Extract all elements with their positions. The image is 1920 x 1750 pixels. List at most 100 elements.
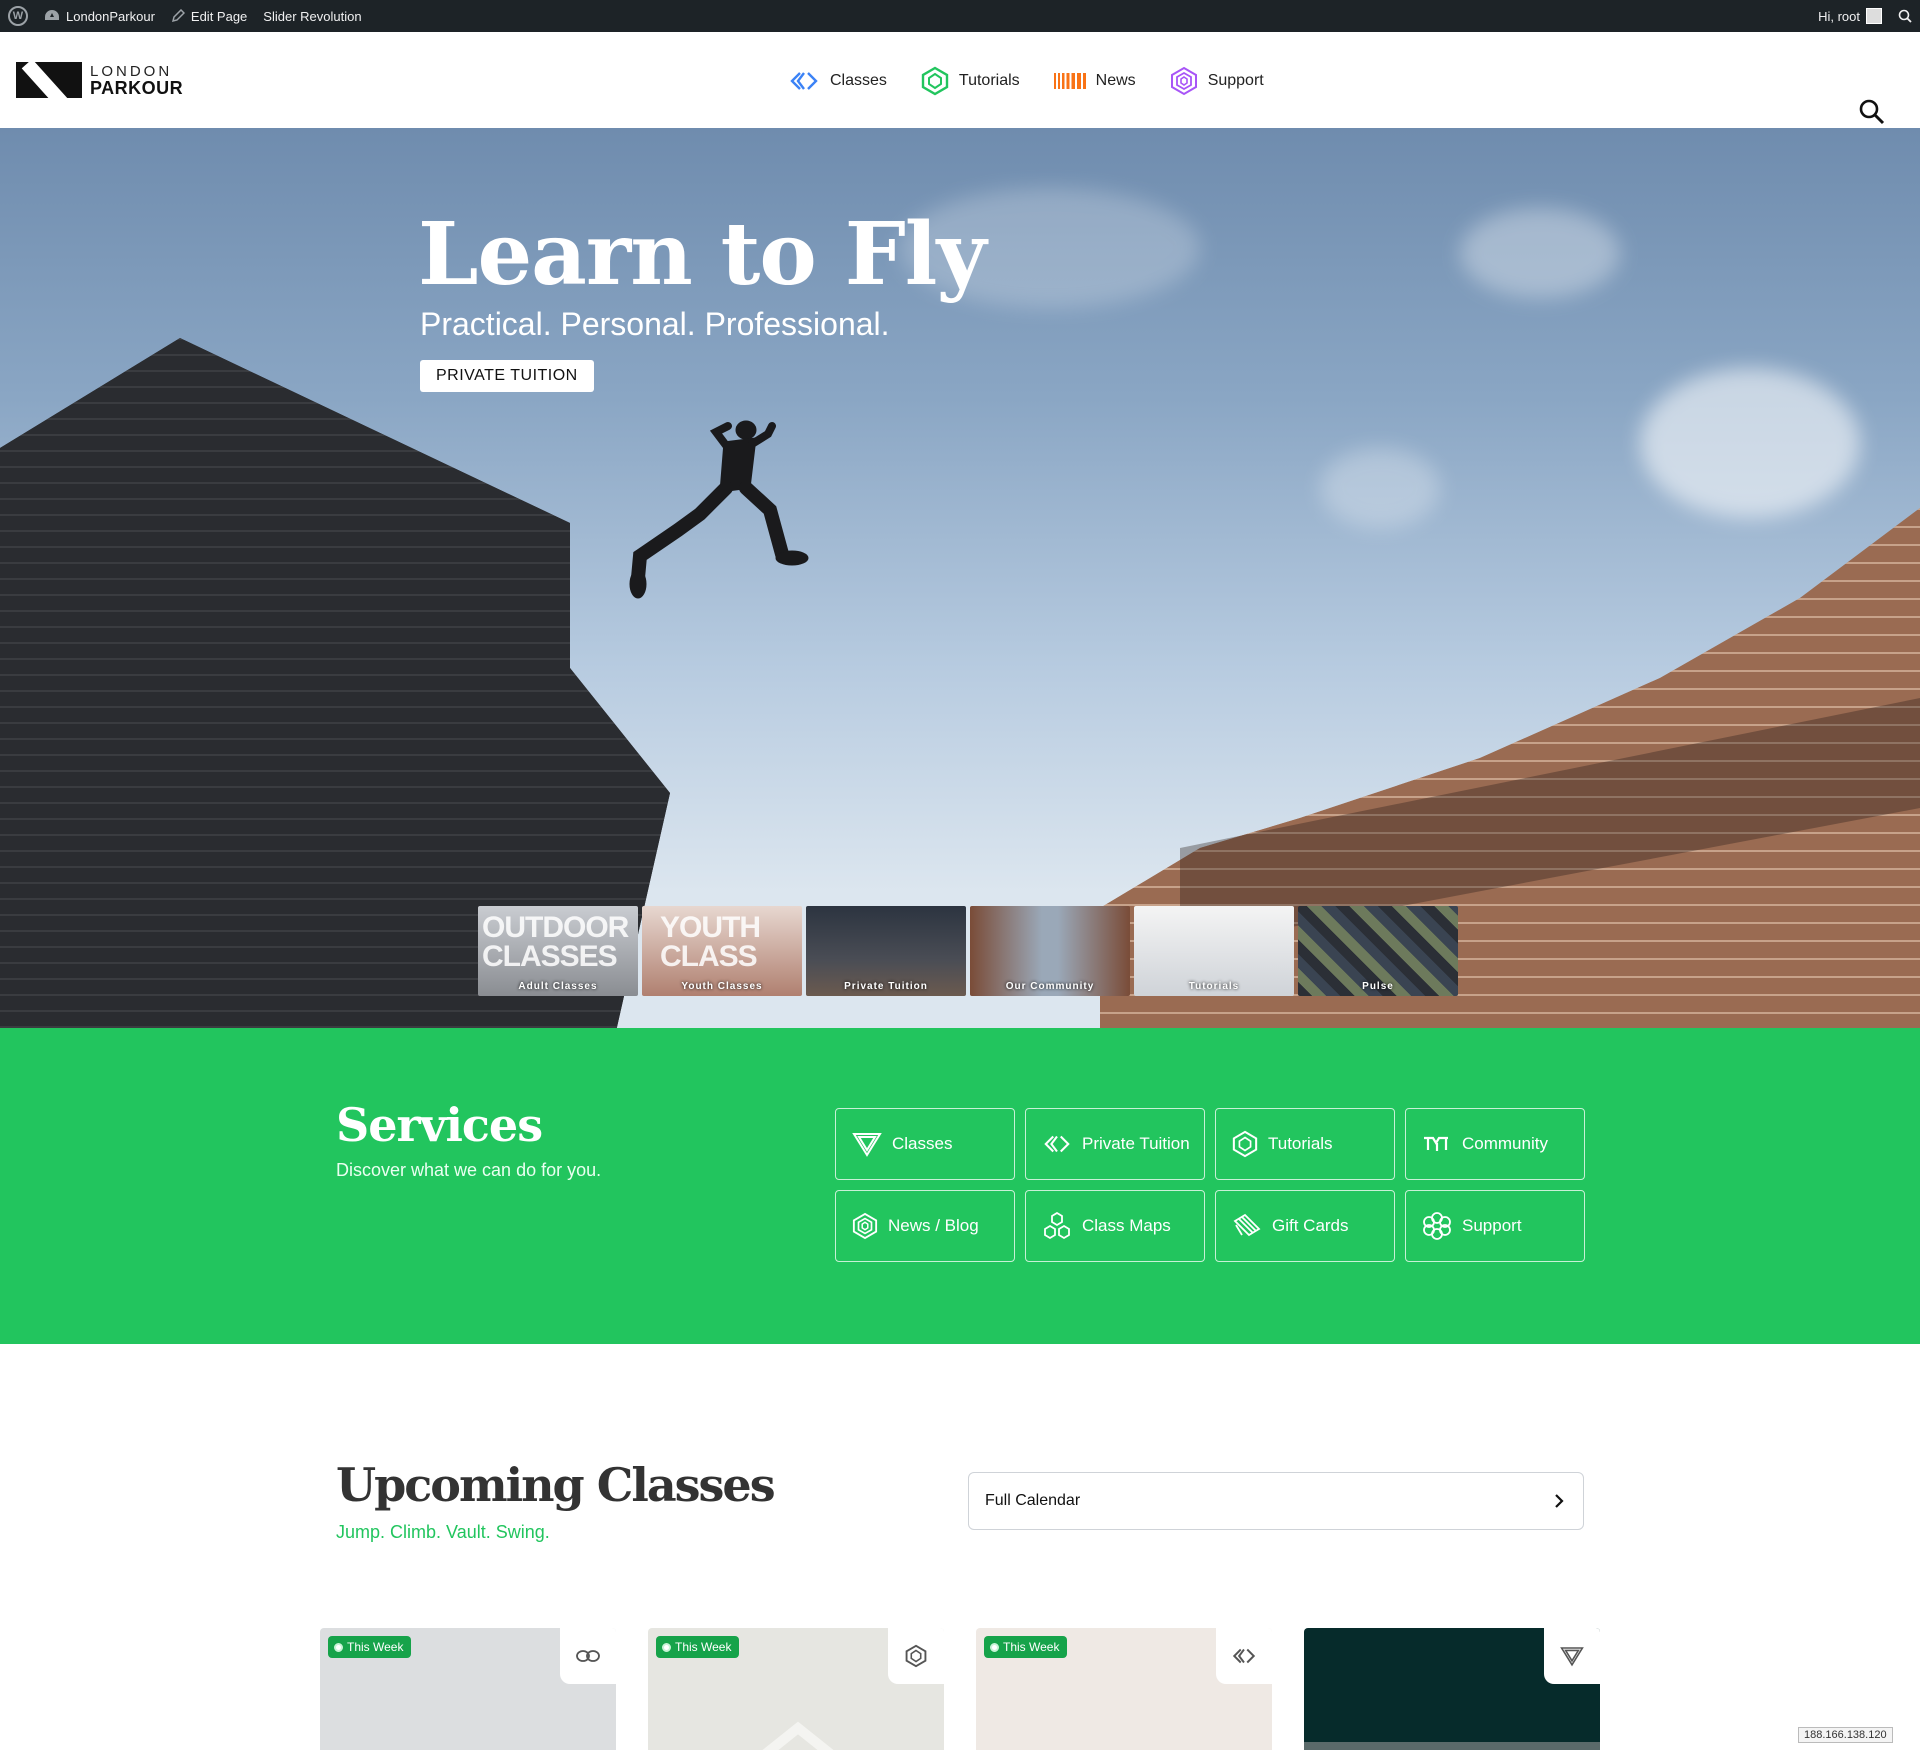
jumping-person [629,420,809,599]
services-grid: Classes Private Tuition Tutorials Commun… [835,1108,1585,1262]
nav-label: News [1095,72,1136,89]
private-tuition-button[interactable]: PRIVATE TUITION [420,360,594,392]
site-logo[interactable]: LONDON PARKOUR [16,62,183,98]
greeting-label: Hi, root [1818,8,1860,24]
nav-label: Support [1207,72,1264,89]
search-icon [1898,9,1912,23]
services-section: Services Discover what we can do for you… [0,1028,1920,1344]
nav-classes[interactable]: Classes [788,66,887,96]
hexagon-icon [921,66,949,96]
hexagon-rings-icon [1170,66,1197,96]
service-label: Gift Cards [1272,1216,1349,1235]
search-icon[interactable] [1858,98,1886,126]
triangle-icon [1560,1647,1584,1667]
service-label: Classes [892,1134,953,1153]
status-badge: This Week [328,1636,412,1658]
edit-page-link[interactable]: Edit Page [163,0,255,32]
service-classes-button[interactable]: Classes [835,1108,1015,1180]
thumb-caption: Our Community [1005,981,1095,992]
edit-page-label: Edit Page [190,8,248,24]
class-cards: This Week This Week This Week [320,1628,1600,1750]
service-tutorials-button[interactable]: Tutorials [1215,1108,1395,1180]
thumb-caption: Private Tuition [844,981,928,992]
thumb-caption: Pulse [1362,981,1394,992]
thumb-big-text: YOUTH CLASS [660,911,761,973]
logo-line-2: PARKOUR [90,77,184,98]
flower-icon [1423,1212,1451,1240]
card-icon-corner [1216,1628,1272,1684]
chevrons-icon [1232,1648,1256,1664]
avatar [1866,8,1882,24]
service-label: News / Blog [888,1216,979,1235]
slider-revolution-link[interactable]: Slider Revolution [255,0,369,32]
cloud [1460,208,1620,298]
nav-tutorials[interactable]: Tutorials [921,66,1020,96]
account-menu[interactable]: Hi, root [1810,0,1890,32]
links-icon [576,1650,600,1662]
card-icon-corner [560,1628,616,1684]
chevron-right-icon [1555,1494,1564,1508]
badge-label: This Week [675,1640,732,1654]
thumb-youth-classes[interactable]: YOUTH CLASS Youth Classes [642,906,802,996]
admin-search[interactable] [1890,0,1920,32]
hex-cluster-icon [1044,1212,1070,1240]
status-badge: This Week [984,1636,1068,1658]
site-name-link[interactable]: LondonParkour [36,0,163,32]
thumb-big-text: OUTDOOR CLASSES [482,911,629,973]
hero-slider: Learn to Fly Practical. Personal. Profes… [0,128,1920,1028]
hero-title: Learn to Fly [418,204,986,305]
card-icon-corner [888,1628,944,1684]
upcoming-subtitle: Jump. Climb. Vault. Swing. [336,1522,550,1542]
card-icon-corner [1544,1628,1600,1684]
service-private-tuition-button[interactable]: Private Tuition [1025,1108,1205,1180]
class-card[interactable]: This Week [976,1628,1272,1750]
community-icon [1424,1136,1448,1151]
cloud [1320,448,1440,528]
hexagon-rings-icon [852,1212,878,1240]
slider-thumbnails: OUTDOOR CLASSES Adult Classes YOUTH CLAS… [478,906,1458,996]
thumb-adult-classes[interactable]: OUTDOOR CLASSES Adult Classes [478,906,638,996]
badge-label: This Week [1003,1640,1060,1654]
site-header: LONDON PARKOUR Classes Tutorials News Su… [0,32,1920,128]
wp-logo-menu[interactable]: W [0,0,36,32]
service-label: Community [1462,1134,1548,1153]
nav-news[interactable]: News [1053,66,1136,96]
wordpress-icon: W [8,6,28,26]
triangle-icon [852,1133,882,1157]
hero-subtitle: Practical. Personal. Professional. [420,306,890,342]
full-calendar-label: Full Calendar [985,1492,1081,1509]
service-news-blog-button[interactable]: News / Blog [835,1190,1015,1262]
thumb-private-tuition[interactable]: Private Tuition [806,906,966,996]
service-gift-cards-button[interactable]: Gift Cards [1215,1190,1395,1262]
admin-bar: W LondonParkour Edit Page Slider Revolut… [0,0,1920,32]
site-name-label: LondonParkour [66,8,155,24]
status-badge: This Week [656,1636,740,1658]
thumb-tutorials[interactable]: Tutorials [1134,906,1294,996]
class-card[interactable]: This Week [648,1628,944,1750]
nav-label: Classes [830,72,887,89]
class-card[interactable] [1304,1628,1600,1750]
thumb-our-community[interactable]: Our Community [970,906,1130,996]
service-class-maps-button[interactable]: Class Maps [1025,1190,1205,1262]
pencil-icon [171,9,185,23]
service-community-button[interactable]: Community [1405,1108,1585,1180]
thumb-caption: Tutorials [1188,981,1240,992]
thumb-pulse[interactable]: Pulse [1298,906,1458,996]
class-card[interactable]: This Week [320,1628,616,1750]
server-ip: 188.166.138.120 [1798,1727,1893,1743]
service-label: Support [1462,1216,1522,1235]
service-label: Tutorials [1268,1134,1333,1153]
service-support-button[interactable]: Support [1405,1190,1585,1262]
cloud [1640,368,1860,518]
nav-support[interactable]: Support [1170,66,1264,96]
main-nav: Classes Tutorials News Support [788,66,1264,96]
logo-line-1: LONDON [90,62,173,80]
full-calendar-button[interactable]: Full Calendar [968,1472,1584,1530]
dashboard-icon [45,10,59,20]
hexagon-icon [905,1644,927,1668]
nav-label: Tutorials [958,72,1020,89]
slider-revolution-label: Slider Revolution [263,8,362,24]
chevrons-icon [1044,1135,1070,1153]
chevrons-icon [790,72,818,90]
service-label: Private Tuition [1082,1134,1190,1153]
